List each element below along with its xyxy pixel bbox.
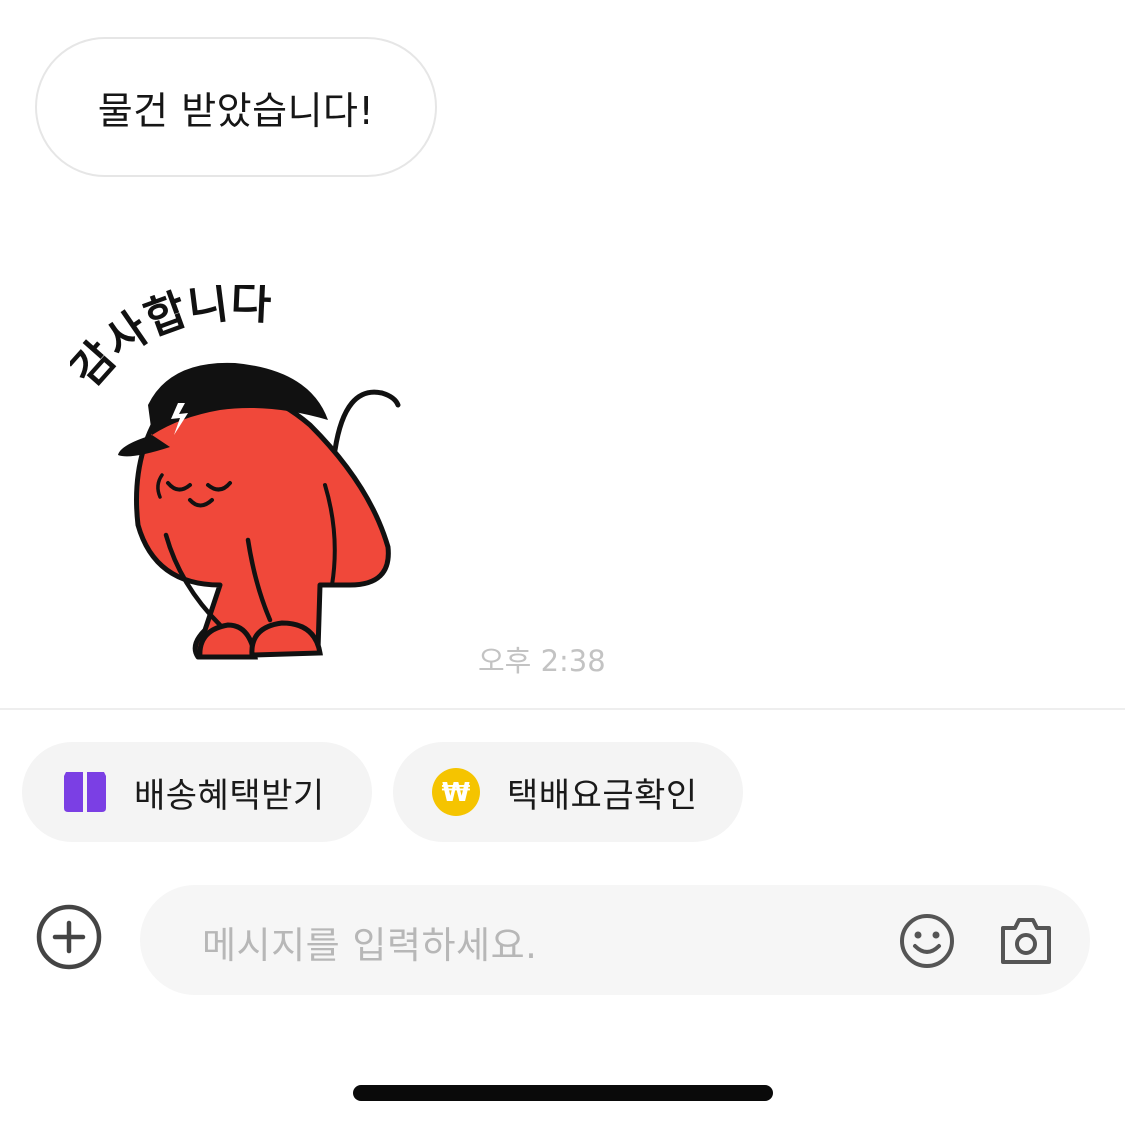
smiley-icon[interactable] (898, 912, 956, 970)
message-input[interactable]: 메시지를 입력하세요. (140, 885, 1090, 995)
sticker-message[interactable]: 감사합니다 (70, 285, 415, 675)
delivery-benefit-button[interactable]: 배송혜택받기 (22, 742, 372, 842)
won-coin-icon: ₩ (431, 767, 481, 817)
camera-icon[interactable] (997, 912, 1055, 970)
received-message-text: 물건 받았습니다! (97, 88, 375, 133)
message-timestamp: 오후 2:38 (478, 644, 606, 678)
delivery-benefit-label: 배송혜택받기 (134, 775, 325, 816)
message-input-placeholder: 메시지를 입력하세요. (202, 924, 538, 967)
delivery-box-icon (62, 770, 108, 814)
received-message-bubble[interactable]: 물건 받았습니다! (35, 37, 437, 177)
composer-divider (0, 708, 1125, 710)
shipping-fee-check-button[interactable]: ₩ 택배요금확인 (393, 742, 743, 842)
plus-circle-icon (36, 904, 102, 974)
home-indicator[interactable] (353, 1085, 773, 1101)
shipping-fee-check-label: 택배요금확인 (507, 775, 698, 816)
bowing-character-sticker: 감사합니다 (70, 285, 401, 660)
attach-button[interactable] (36, 904, 102, 974)
svg-text:₩: ₩ (442, 778, 471, 808)
